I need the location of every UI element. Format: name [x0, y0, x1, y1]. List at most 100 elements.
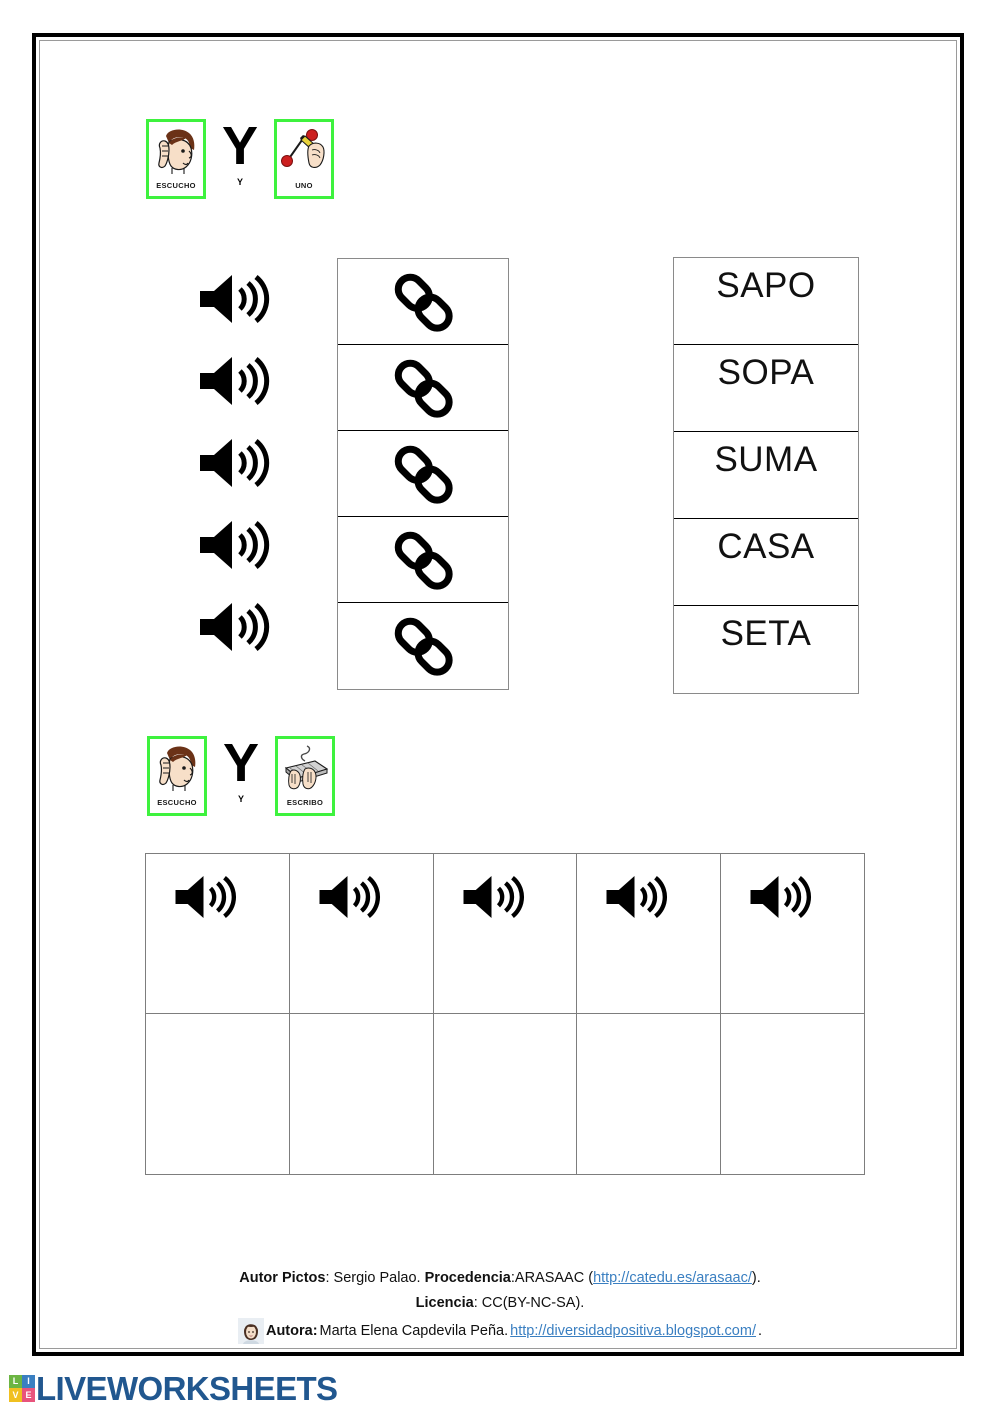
speaker-icon[interactable]: [460, 872, 530, 922]
exercise-1-link-table: [337, 258, 509, 690]
speaker-icon[interactable]: [747, 872, 817, 922]
speaker-icon[interactable]: [196, 599, 276, 655]
chain-link-icon[interactable]: [381, 610, 465, 682]
speaker-icon[interactable]: [196, 353, 276, 409]
credits-line-3: Autora: Marta Elena Capdevila Peña. http…: [0, 1318, 1000, 1344]
link-cell[interactable]: [338, 259, 508, 345]
audio-cell[interactable]: [576, 853, 722, 1014]
instruction-row-1: ESCUCHO Y Y UNO: [146, 119, 334, 199]
conjunction-letter-1: Y: [221, 116, 259, 176]
audio-button-row[interactable]: [196, 422, 296, 504]
liveworksheets-wordmark: LIVEWORKSHEETS: [36, 1370, 338, 1407]
arasaac-link[interactable]: http://catedu.es/arasaac/: [593, 1270, 752, 1286]
word-cell[interactable]: SUMA: [674, 432, 858, 519]
listening-head-icon: [159, 746, 196, 791]
listening-head-icon: [158, 129, 195, 174]
chain-link-icon[interactable]: [381, 524, 465, 596]
answer-cell[interactable]: [576, 1013, 722, 1175]
logo-tile-i: I: [22, 1375, 35, 1388]
speaker-icon[interactable]: [316, 872, 386, 922]
speaker-icon[interactable]: [603, 872, 673, 922]
table-row-audio: [145, 853, 865, 1014]
instruction-row-2: ESCUCHO Y Y ESCRIBO: [147, 736, 335, 816]
word-label: SAPO: [716, 266, 816, 305]
audio-icon-wrap[interactable]: [721, 854, 864, 927]
conjunction-label-1: Y: [236, 177, 243, 187]
link-cell[interactable]: [338, 517, 508, 603]
word-cell[interactable]: CASA: [674, 519, 858, 606]
credits-line-2: Licencia: CC(BY-NC-SA).: [0, 1291, 1000, 1316]
liveworksheets-logo[interactable]: L I V E LIVEWORKSHEETS: [9, 1370, 338, 1407]
picto-label-uno: UNO: [295, 181, 313, 190]
link-cell[interactable]: [338, 431, 508, 517]
picto-card-escucho-2: ESCUCHO: [147, 736, 207, 816]
credits-author-label: Autor Pictos: [239, 1270, 326, 1286]
word-cell[interactable]: SOPA: [674, 345, 858, 432]
audio-cell[interactable]: [145, 853, 290, 1014]
conjunction-2: Y Y: [207, 736, 275, 804]
credits-source-value: :ARASAAC (: [510, 1270, 594, 1286]
audio-cell[interactable]: [288, 853, 434, 1014]
exercise-2-write-table: [145, 853, 865, 1175]
picto-label-escribo: ESCRIBO: [286, 798, 324, 807]
answer-field[interactable]: [434, 1014, 577, 1174]
word-label: SETA: [720, 614, 812, 653]
exercise-1-audio-column: [196, 258, 296, 668]
conjunction-label-2: Y: [237, 794, 244, 804]
credits-license-label: Licencia: [415, 1295, 474, 1311]
picto-label-escucho-2: ESCUCHO: [157, 798, 197, 807]
picto-card-escribo: ESCRIBO: [275, 736, 335, 816]
speaker-icon[interactable]: [196, 435, 276, 491]
audio-button-row[interactable]: [196, 504, 296, 586]
hands-typing-keyboard-icon: [284, 745, 329, 790]
answer-field[interactable]: [577, 1014, 720, 1174]
conjunction-letter-2: Y: [222, 733, 260, 793]
answer-cell[interactable]: [432, 1013, 578, 1175]
audio-icon-wrap[interactable]: [146, 854, 289, 927]
credits-blog-tail: .: [757, 1322, 763, 1339]
author-avatar-icon: [237, 1318, 264, 1344]
chain-link-icon[interactable]: [381, 438, 465, 510]
blog-link[interactable]: http://diversidadpositiva.blogspot.com/: [510, 1319, 756, 1344]
answer-field[interactable]: [146, 1014, 289, 1174]
word-cell[interactable]: SETA: [674, 606, 858, 693]
word-label: CASA: [717, 527, 815, 566]
audio-button-row[interactable]: [196, 258, 296, 340]
picto-label-escucho-1: ESCUCHO: [156, 181, 196, 190]
link-cell[interactable]: [338, 345, 508, 431]
credits-authoress-value: Marta Elena Capdevila Peña.: [319, 1322, 509, 1339]
picto-card-uno: UNO: [274, 119, 334, 199]
credits-authoress-label: Autora:: [265, 1322, 318, 1339]
audio-icon-wrap[interactable]: [290, 854, 433, 927]
audio-cell[interactable]: [720, 853, 865, 1014]
credits-author-value: : Sergio Palao.: [325, 1270, 425, 1286]
answer-field[interactable]: [721, 1014, 864, 1174]
word-cell[interactable]: SAPO: [674, 258, 858, 345]
chain-link-icon[interactable]: [381, 352, 465, 424]
credits-source-label: Procedencia: [424, 1270, 511, 1286]
speaker-icon[interactable]: [172, 872, 242, 922]
answer-cell[interactable]: [288, 1013, 434, 1175]
hand-drawing-line-icon: [281, 129, 325, 168]
audio-button-row[interactable]: [196, 340, 296, 422]
exercise-1-word-table: SAPO SOPA SUMA CASA SETA: [673, 257, 859, 694]
chain-link-icon[interactable]: [381, 266, 465, 338]
answer-cell[interactable]: [720, 1013, 865, 1175]
answer-cell[interactable]: [145, 1013, 290, 1175]
liveworksheets-tiles-icon: L I V E: [9, 1375, 35, 1402]
logo-tile-e: E: [22, 1388, 35, 1402]
link-cell[interactable]: [338, 603, 508, 689]
credits-block: Autor Pictos: Sergio Palao. Procedencia:…: [0, 1266, 1000, 1344]
logo-tile-v: V: [9, 1388, 22, 1402]
answer-field[interactable]: [290, 1014, 433, 1174]
audio-cell[interactable]: [432, 853, 578, 1014]
picto-card-escucho-1: ESCUCHO: [146, 119, 206, 199]
speaker-icon[interactable]: [196, 271, 276, 327]
audio-icon-wrap[interactable]: [577, 854, 720, 927]
word-label: SUMA: [714, 440, 818, 479]
audio-icon-wrap[interactable]: [434, 854, 577, 927]
table-row-answers: [145, 1013, 865, 1175]
audio-button-row[interactable]: [196, 586, 296, 668]
speaker-icon[interactable]: [196, 517, 276, 573]
word-label: SOPA: [717, 353, 815, 392]
